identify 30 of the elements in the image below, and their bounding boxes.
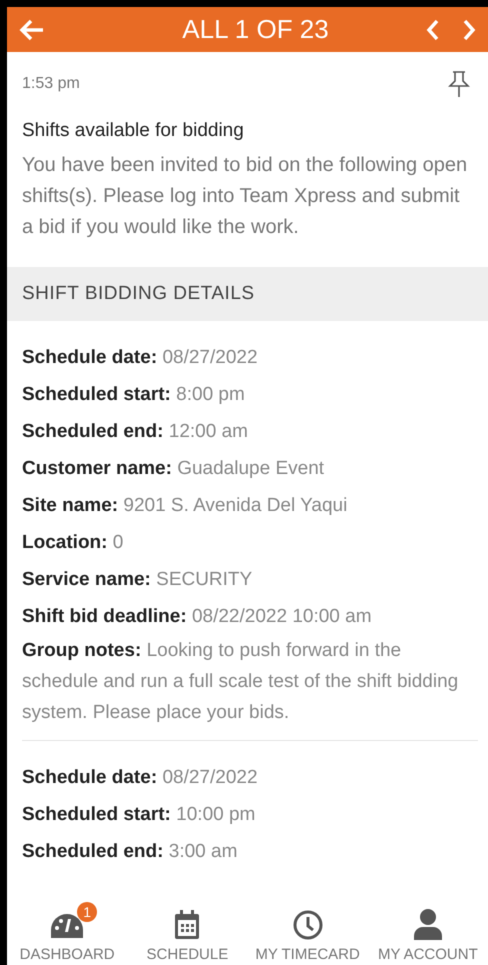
detail-field: Location: 0 [22, 524, 478, 561]
nav-tab[interactable]: 1 DASHBOARD [7, 901, 128, 965]
nav-tab[interactable]: MY ACCOUNT [368, 901, 488, 965]
message-time: 1:53 pm [22, 75, 80, 93]
detail-field: Group notes: Looking to push forward in the schedule and run a full scale test of the shift bidding system. Please place your bids. [22, 635, 478, 728]
detail-field: Schedule date: 08/27/2022 [22, 339, 478, 376]
user-icon [412, 908, 443, 940]
section-header: SHIFT BIDDING DETAILS [7, 267, 488, 321]
detail-field: Scheduled end: 12:00 am [22, 413, 478, 450]
detail-field: Customer name: Guadalupe Event [22, 450, 478, 487]
back-arrow-icon [19, 18, 45, 40]
notification-badge: 1 [77, 902, 98, 922]
detail-field: Schedule date: 08/27/2022 [22, 759, 478, 796]
detail-field: Shift bid deadline: 08/22/2022 10:00 am [22, 598, 478, 635]
chevron-left-icon [426, 18, 440, 40]
detail-field: Scheduled start: 10:00 pm [22, 796, 478, 833]
nav-tab[interactable]: SCHEDULE [127, 901, 248, 965]
detail-field: Scheduled start: 8:00 pm [22, 376, 478, 413]
header-title: ALL 1 OF 23 [181, 14, 330, 45]
clock-icon [292, 910, 323, 940]
calendar-icon [174, 910, 200, 940]
message-title: Shifts available for bidding [22, 120, 245, 142]
chevron-right-icon [462, 18, 476, 40]
detail-field: Scheduled end: 3:00 am [22, 833, 478, 870]
nav-tab[interactable]: MY TIMECARD [248, 901, 368, 965]
detail-field: Site name: 9201 S. Avenida Del Yaqui [22, 487, 478, 524]
pushpin-icon [448, 70, 470, 98]
detail-field: Service name: SECURITY [22, 561, 478, 598]
message-body: You have been invited to bid on the following open shifts(s). Please log into Team Xpress and submit a bid if you would like the work. [22, 153, 468, 240]
gauge-icon [49, 912, 86, 940]
